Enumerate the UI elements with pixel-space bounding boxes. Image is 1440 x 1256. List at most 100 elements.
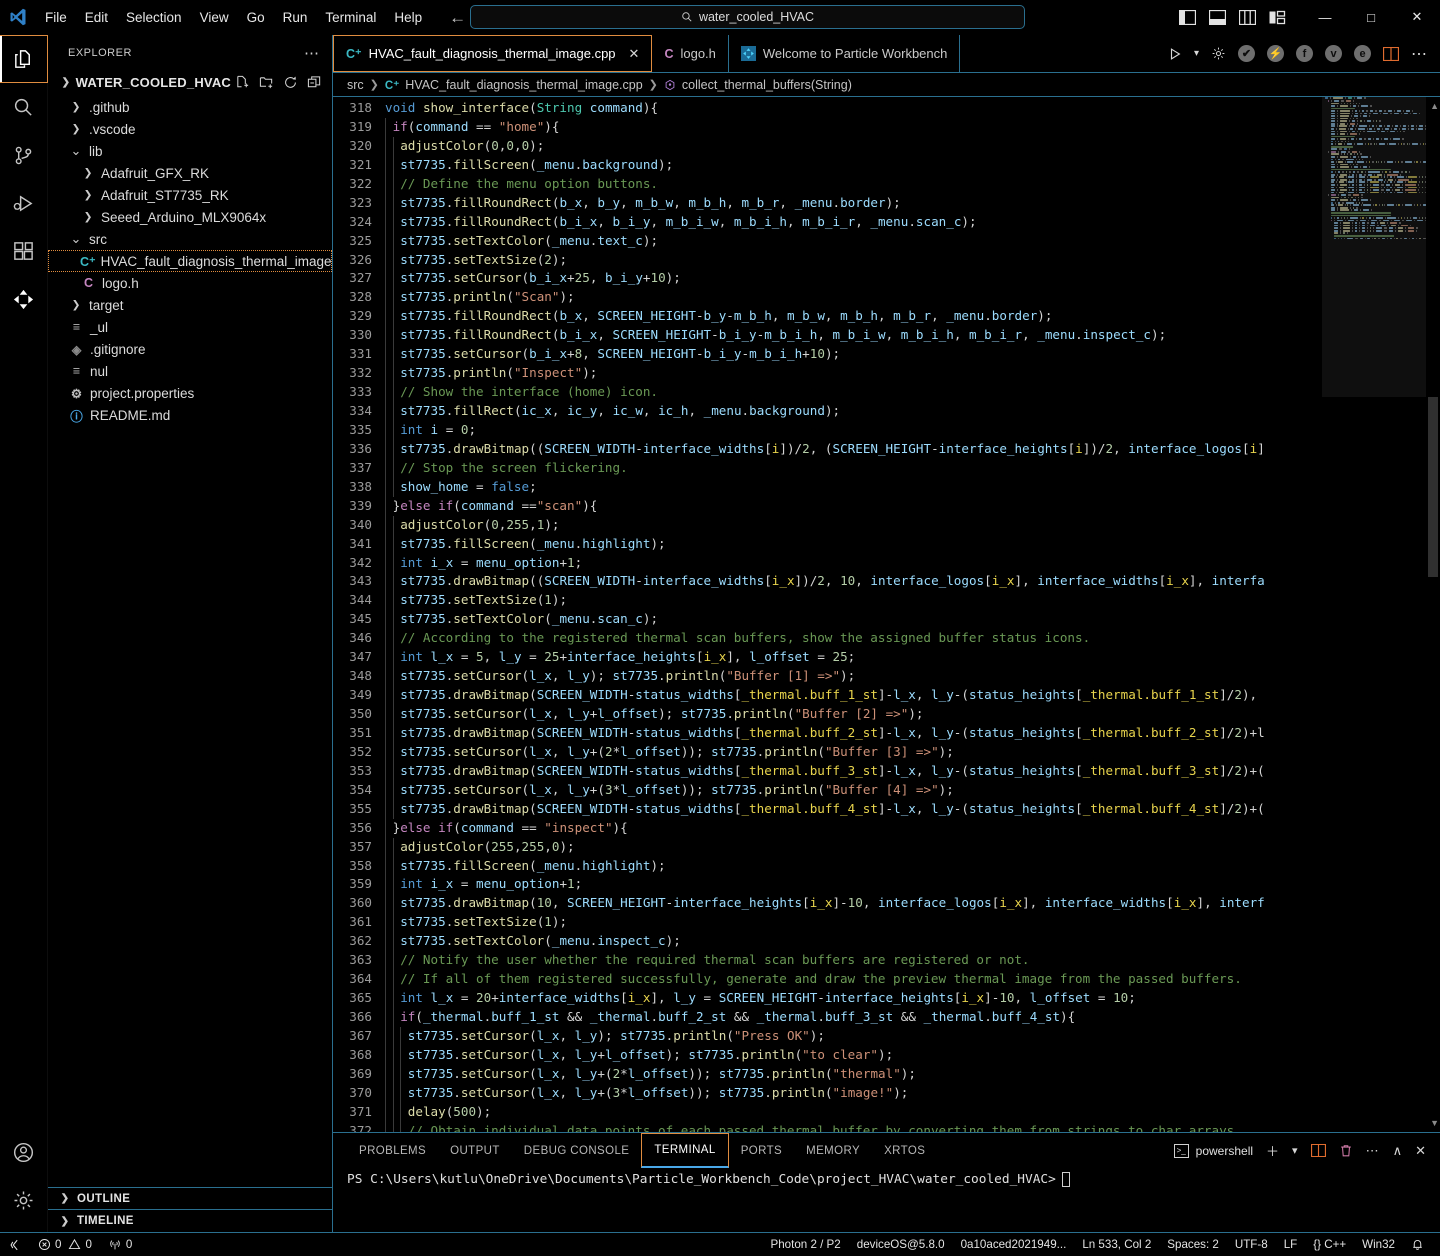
chevron-down-icon[interactable]: ▼: [1430, 1118, 1439, 1128]
toggle-secondary-sidebar-icon[interactable]: [1239, 10, 1256, 25]
code-line[interactable]: 360st7735.drawBitmap(10, SCREEN_HEIGHT-i…: [333, 894, 1322, 913]
code-line[interactable]: 322// Define the menu option buttons.: [333, 175, 1322, 194]
code-line[interactable]: 367st7735.setCursor(l_x, l_y); st7735.pr…: [333, 1027, 1322, 1046]
particle-verify-icon[interactable]: v: [1325, 45, 1342, 62]
editor-actions-toolbar[interactable]: ▾ ✔ ⚡ f v e ⋯: [1156, 35, 1440, 72]
tree-file-item[interactable]: Clogo.h: [48, 272, 332, 294]
menu-selection[interactable]: Selection: [117, 0, 191, 34]
particle-serial-monitor-icon[interactable]: e: [1354, 45, 1371, 62]
sidebar-section-timeline[interactable]: ❯ TIMELINE: [48, 1210, 332, 1232]
close-icon[interactable]: ✕: [629, 46, 640, 62]
code-line[interactable]: 325st7735.setTextColor(_menu.text_c);: [333, 232, 1322, 251]
code-line[interactable]: 339}else if(command =="scan"){: [333, 497, 1322, 516]
code-line[interactable]: 338show_home = false;: [333, 478, 1322, 497]
code-line[interactable]: 321st7735.fillScreen(_menu.background);: [333, 156, 1322, 175]
code-line[interactable]: 366if(_thermal.buff_1_st && _thermal.buf…: [333, 1008, 1322, 1027]
status-editor-eol[interactable]: LF: [1276, 1233, 1306, 1256]
code-line[interactable]: 336st7735.drawBitmap((SCREEN_WIDTH-inter…: [333, 440, 1322, 459]
quick-search-input[interactable]: water_cooled_HVAC: [470, 5, 1025, 29]
code-line[interactable]: 352st7735.setCursor(l_x, l_y+(2*l_offset…: [333, 743, 1322, 762]
breadcrumb-item-symbol[interactable]: collect_thermal_buffers(String): [682, 78, 852, 92]
toggle-panel-icon[interactable]: [1209, 10, 1226, 25]
window-minimize-button[interactable]: —: [1302, 0, 1348, 35]
code-line[interactable]: 328st7735.println("Scan");: [333, 288, 1322, 307]
code-line[interactable]: 324st7735.fillRoundRect(b_i_x, b_i_y, m_…: [333, 213, 1322, 232]
code-line[interactable]: 335int i = 0;: [333, 421, 1322, 440]
customize-layout-icon[interactable]: [1269, 10, 1286, 25]
tree-file-item[interactable]: ≡nul: [48, 360, 332, 382]
tree-file-item[interactable]: ⓘREADME.md: [48, 404, 332, 426]
split-editor-icon[interactable]: [1383, 47, 1399, 61]
code-line[interactable]: 318void show_interface(String command){: [333, 99, 1322, 118]
panel-tab-terminal[interactable]: TERMINAL: [641, 1133, 728, 1168]
split-terminal-icon[interactable]: [1311, 1144, 1326, 1157]
code-line[interactable]: 351st7735.drawBitmap(SCREEN_WIDTH-status…: [333, 724, 1322, 743]
tree-file-item[interactable]: ≡_ul: [48, 316, 332, 338]
editor-vertical-scrollbar[interactable]: ▲ ▼: [1426, 97, 1440, 1132]
tree-folder-item[interactable]: ❯Adafruit_GFX_RK: [48, 162, 332, 184]
code-line[interactable]: 349st7735.drawBitmap(SCREEN_WIDTH-status…: [333, 686, 1322, 705]
minimap-slider[interactable]: [1322, 97, 1426, 397]
activitybar-item-accounts[interactable]: [0, 1128, 48, 1176]
code-line[interactable]: 346// According to the registered therma…: [333, 629, 1322, 648]
tree-folder-item[interactable]: ⌄lib: [48, 140, 332, 162]
code-line[interactable]: 348st7735.setCursor(l_x, l_y); st7735.pr…: [333, 667, 1322, 686]
ellipsis-icon[interactable]: ⋯: [304, 44, 320, 62]
tree-folder-item[interactable]: ❯Adafruit_ST7735_RK: [48, 184, 332, 206]
code-line[interactable]: 330st7735.fillRoundRect(b_i_x, SCREEN_HE…: [333, 326, 1322, 345]
code-line[interactable]: 368st7735.setCursor(l_x, l_y+l_offset); …: [333, 1046, 1322, 1065]
close-icon[interactable]: ✕: [1415, 1143, 1426, 1159]
terminal-output[interactable]: PS C:\Users\kutlu\OneDrive\Documents\Par…: [333, 1168, 1440, 1232]
chevron-down-icon[interactable]: ▾: [1194, 48, 1199, 59]
collapse-all-icon[interactable]: [307, 75, 322, 90]
code-line[interactable]: 363// Notify the user whether the requir…: [333, 951, 1322, 970]
tab-welcome-particle[interactable]: Welcome to Particle Workbench: [729, 35, 960, 72]
code-line[interactable]: 341st7735.fillScreen(_menu.highlight);: [333, 535, 1322, 554]
activitybar-item-run-and-debug[interactable]: [0, 179, 48, 227]
new-file-icon[interactable]: [235, 75, 250, 90]
code-line[interactable]: 323st7735.fillRoundRect(b_x, b_y, m_b_w,…: [333, 194, 1322, 213]
chevron-right-icon[interactable]: ❯: [68, 299, 84, 311]
window-close-button[interactable]: ✕: [1394, 0, 1440, 35]
breadcrumb-item-file[interactable]: HVAC_fault_diagnosis_thermal_image.cpp: [405, 78, 642, 92]
particle-compile-icon[interactable]: ✔: [1238, 45, 1255, 62]
code-line[interactable]: 364// If all of them registered successf…: [333, 970, 1322, 989]
code-line[interactable]: 372// Obtain individual data points of e…: [333, 1122, 1322, 1132]
menu-terminal[interactable]: Terminal: [316, 0, 385, 34]
code-line[interactable]: 342int i_x = menu_option+1;: [333, 554, 1322, 573]
menu-view[interactable]: View: [191, 0, 238, 34]
activitybar-item-search[interactable]: [0, 83, 48, 131]
status-ports-forwarded[interactable]: 0: [100, 1233, 140, 1256]
panel-tab-ports[interactable]: PORTS: [729, 1133, 794, 1168]
code-line[interactable]: 347int l_x = 5, l_y = 25+interface_heigh…: [333, 648, 1322, 667]
new-terminal-icon[interactable]: ＋: [1266, 1141, 1279, 1160]
chevron-down-icon[interactable]: ⌄: [68, 231, 84, 247]
breadcrumb-item-src[interactable]: src: [347, 78, 364, 92]
tree-file-item[interactable]: ◈.gitignore: [48, 338, 332, 360]
ellipsis-icon[interactable]: ⋯: [1366, 1143, 1380, 1159]
breadcrumb[interactable]: src ❯ C⁺ HVAC_fault_diagnosis_thermal_im…: [333, 73, 1440, 97]
status-particle-deviceos[interactable]: deviceOS@5.8.0: [849, 1233, 953, 1256]
code-line[interactable]: 365int l_x = 20+interface_widths[i_x], l…: [333, 989, 1322, 1008]
code-line[interactable]: 327st7735.setCursor(b_i_x+25, b_i_y+10);: [333, 269, 1322, 288]
tab-hvac-cpp[interactable]: C⁺ HVAC_fault_diagnosis_thermal_image.cp…: [333, 35, 652, 72]
status-editor-platform[interactable]: Win32: [1354, 1233, 1403, 1256]
code-line[interactable]: 334st7735.fillRect(ic_x, ic_y, ic_w, ic_…: [333, 402, 1322, 421]
code-line[interactable]: 358st7735.fillScreen(_menu.highlight);: [333, 857, 1322, 876]
particle-cloud-flash-icon[interactable]: f: [1296, 45, 1313, 62]
chevron-right-icon[interactable]: ❯: [68, 101, 84, 113]
gear-icon[interactable]: [1211, 46, 1226, 61]
tab-logo-h[interactable]: C logo.h: [652, 35, 728, 72]
code-line[interactable]: 333// Show the interface (home) icon.: [333, 383, 1322, 402]
chevron-down-icon[interactable]: ▾: [1292, 1144, 1298, 1157]
chevron-down-icon[interactable]: ❯: [60, 77, 72, 88]
tree-folder-item[interactable]: ❯.github: [48, 96, 332, 118]
code-line[interactable]: 332st7735.println("Inspect");: [333, 364, 1322, 383]
status-particle-device[interactable]: Photon 2 / P2: [762, 1233, 848, 1256]
menu-help[interactable]: Help: [385, 0, 431, 34]
status-problems-errors[interactable]: 0 0: [30, 1233, 100, 1256]
activitybar-item-source-control[interactable]: [0, 131, 48, 179]
status-particle-device-id[interactable]: 0a10aced2021949...: [953, 1233, 1075, 1256]
status-notifications[interactable]: [1403, 1233, 1432, 1256]
panel-tab-xrtos[interactable]: XRTOS: [872, 1133, 937, 1168]
